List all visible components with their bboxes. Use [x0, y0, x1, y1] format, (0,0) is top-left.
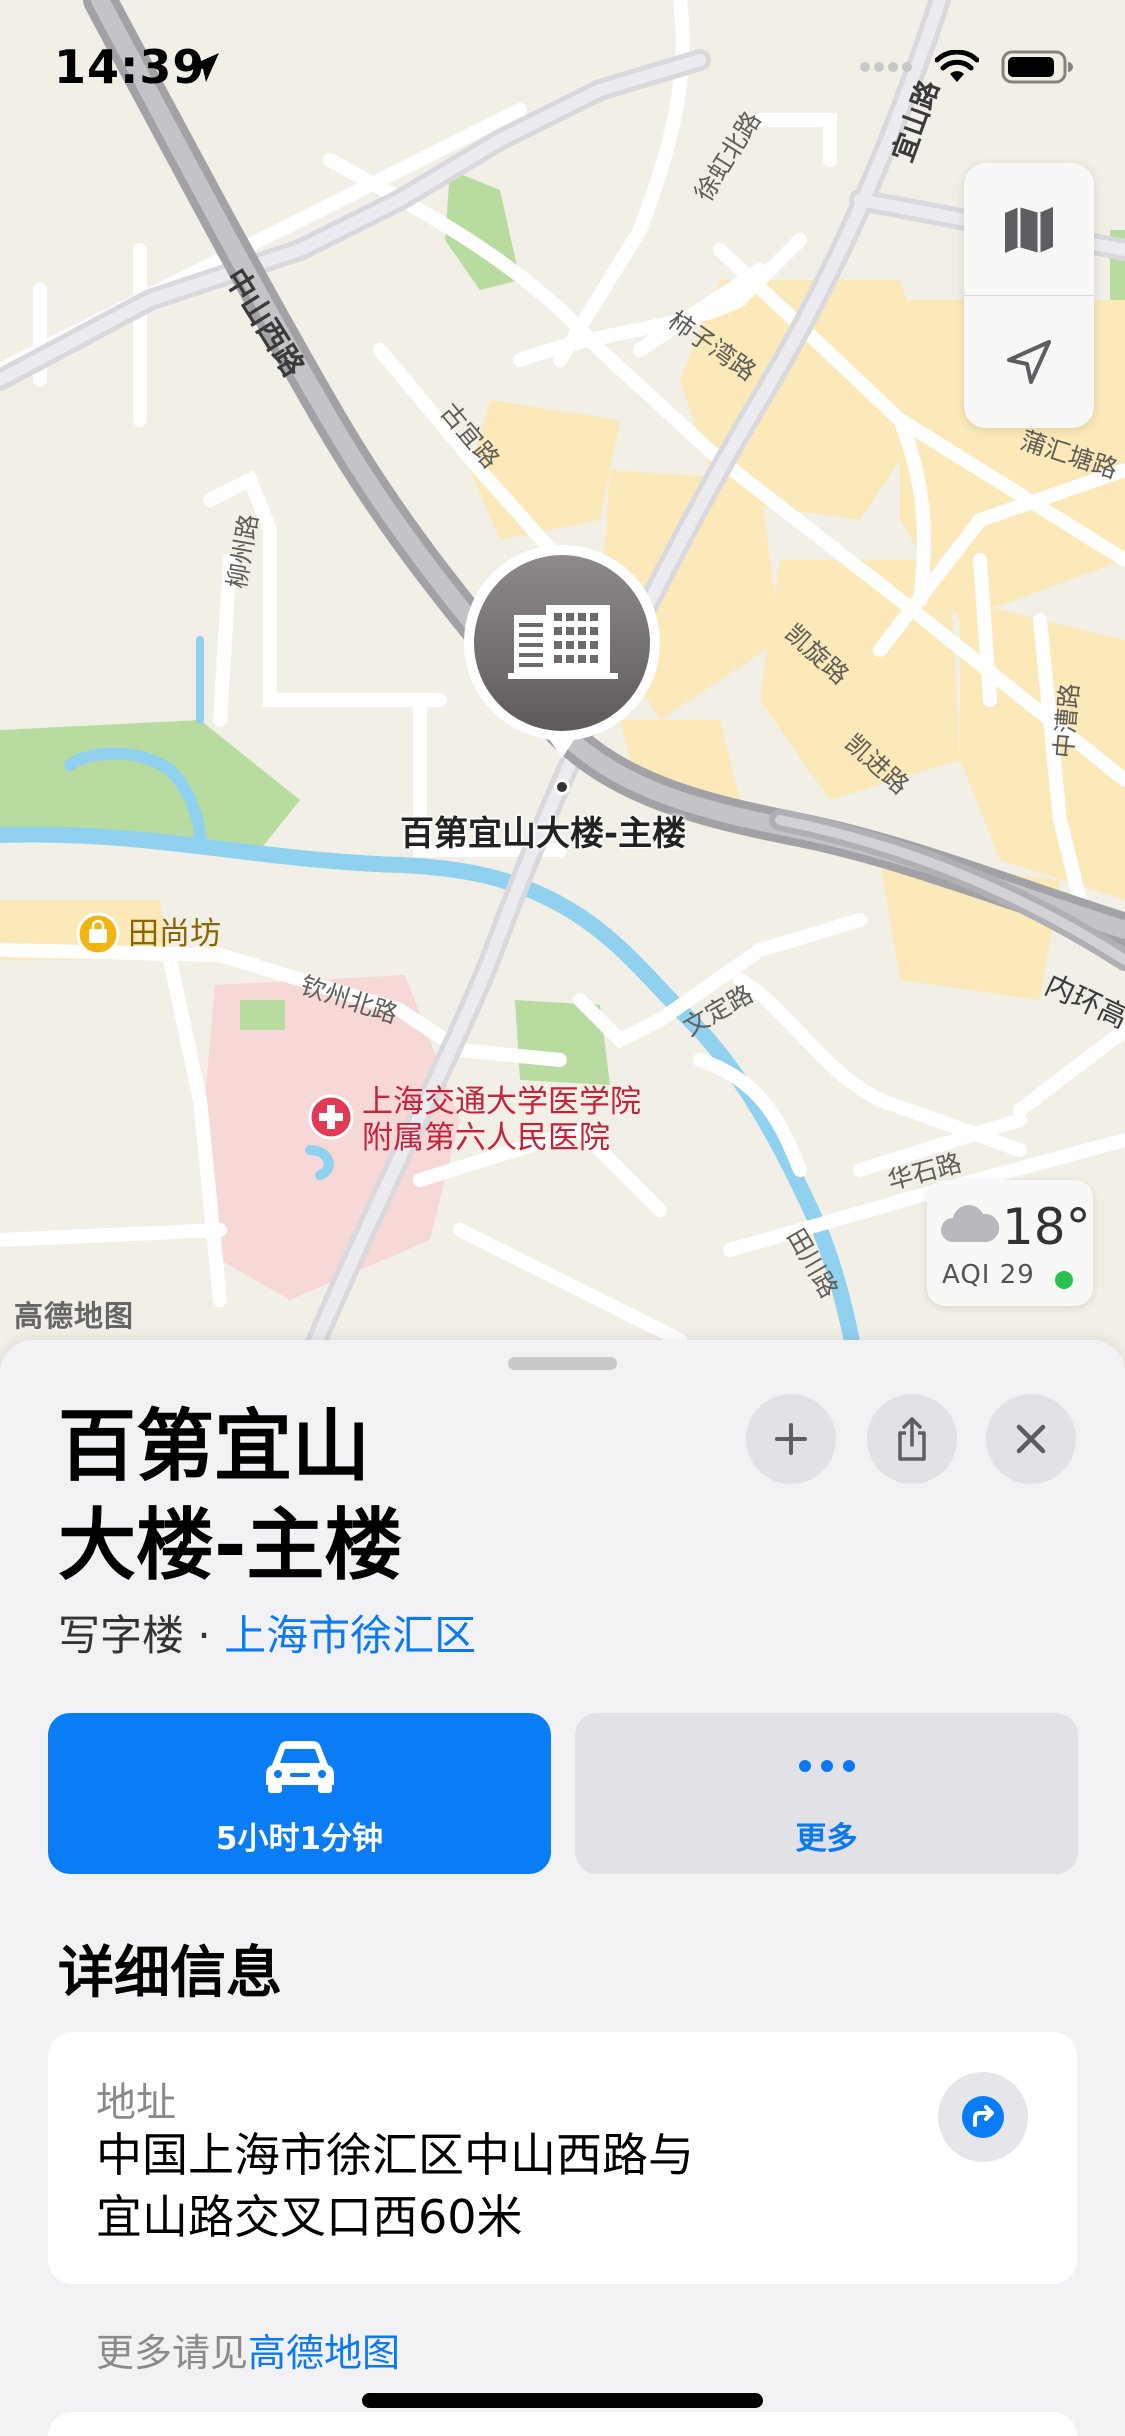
place-subtitle: 写字楼 · 上海市徐汇区: [58, 1602, 476, 1663]
more-label: 更多: [795, 1821, 858, 1857]
address-line1: 中国上海市徐汇区中山西路与: [96, 2128, 694, 2182]
locate-arrow-icon: [1007, 340, 1051, 384]
wifi-icon: [935, 50, 979, 82]
directions-label: 5小时1分钟: [215, 1821, 384, 1857]
map-mode-icon: [1005, 207, 1053, 253]
ellipsis-icon: [798, 1760, 855, 1772]
building-icon: [464, 545, 660, 758]
status-bar: 14:39: [0, 0, 1125, 130]
maps-screen: 中山西路 徐虹北路 宜山路 柿子湾路 古宜路 柳州路 凯旋路 凯进路 中漕路 内…: [0, 0, 1125, 2436]
sheet-grabber[interactable]: [508, 1357, 617, 1370]
close-icon: [1016, 1424, 1046, 1454]
poi-label-line2: 附属第六人民医院: [362, 1120, 610, 1156]
map-mode-button[interactable]: [964, 163, 1094, 295]
place-sheet: 百第宜山 大楼-主楼 写字楼 · 上海市徐汇区 5小时1分钟 更多 详细信息 地…: [0, 1340, 1125, 2436]
address-line2: 宜山路交叉口西60米: [96, 2190, 523, 2244]
street-label: 中漕路: [1049, 682, 1085, 760]
map-brand: 高德地图: [14, 1299, 135, 1333]
weather-widget[interactable]: 18° AQI 29: [927, 1180, 1093, 1306]
place-category: 写字楼: [58, 1611, 185, 1660]
share-button[interactable]: [867, 1394, 957, 1484]
pin-title: 百第宜山大楼-主楼: [400, 814, 687, 854]
details-heading: 详细信息: [58, 1941, 282, 2006]
status-time: 14:39: [54, 40, 206, 94]
home-indicator[interactable]: [362, 2393, 763, 2408]
route-arrow-icon: [962, 2096, 1004, 2138]
map-view[interactable]: 中山西路 徐虹北路 宜山路 柿子湾路 古宜路 柳州路 凯旋路 凯进路 中漕路 内…: [0, 0, 1125, 1380]
location-arrow-icon: [190, 53, 219, 82]
hospital-icon: [308, 1094, 354, 1140]
place-pin[interactable]: [462, 543, 662, 795]
route-button[interactable]: [938, 2072, 1028, 2162]
more-info: 更多请见高德地图: [96, 2322, 400, 2377]
cloud-icon: [941, 1205, 1000, 1242]
poi-label-line1: 上海交通大学医学院: [362, 1084, 641, 1120]
add-button[interactable]: [746, 1394, 836, 1484]
address-value: 中国上海市徐汇区中山西路与 宜山路交叉口西60米: [96, 2124, 856, 2248]
next-card: [48, 2412, 1077, 2436]
directions-button[interactable]: 5小时1分钟: [48, 1713, 551, 1874]
more-prefix: 更多请见: [96, 2331, 249, 2375]
aqi-status-dot: [1055, 1271, 1073, 1289]
add-icon: [775, 1423, 807, 1455]
address-card[interactable]: 地址 中国上海市徐汇区中山西路与 宜山路交叉口西60米: [48, 2032, 1077, 2284]
separator: ·: [184, 1611, 225, 1660]
place-title-line1: 百第宜山: [58, 1402, 371, 1492]
pin-dot: [554, 779, 570, 795]
poi-label: 田尚坊: [128, 916, 221, 952]
amap-link[interactable]: 高德地图: [248, 2331, 400, 2375]
car-icon: [265, 1741, 334, 1793]
close-button[interactable]: [986, 1394, 1076, 1484]
district-link[interactable]: 上海市徐汇区: [224, 1611, 476, 1660]
more-button[interactable]: 更多: [575, 1713, 1078, 1874]
share-icon: [898, 1417, 926, 1461]
address-label: 地址: [96, 2080, 176, 2126]
map-controls: [964, 163, 1094, 428]
shopping-bag-icon: [76, 912, 120, 956]
signal-dots-icon: [860, 62, 912, 72]
battery-icon: [1001, 50, 1073, 84]
weather-aqi: AQI 29: [942, 1260, 1035, 1290]
place-title: 百第宜山 大楼-主楼: [58, 1398, 698, 1596]
locate-button[interactable]: [964, 296, 1094, 428]
place-title-line2: 大楼-主楼: [58, 1501, 403, 1591]
weather-temp: 18°: [1002, 1198, 1091, 1256]
